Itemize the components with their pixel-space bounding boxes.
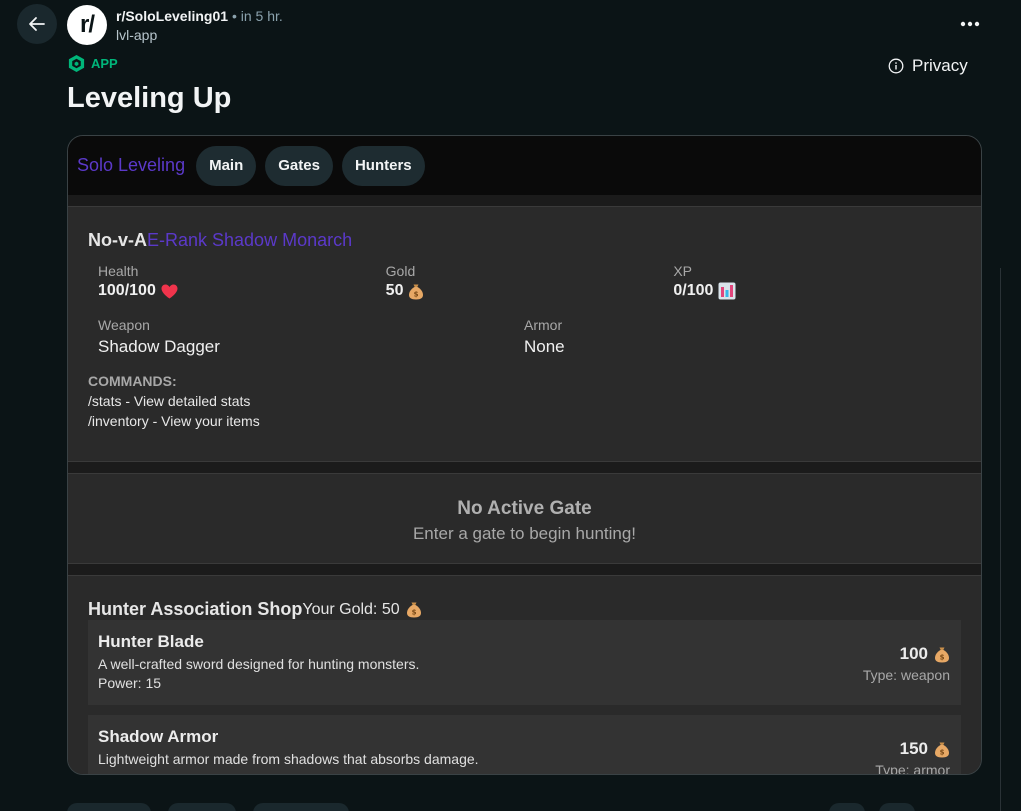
stat-value-row: 100/100: [98, 282, 386, 300]
more-options-button[interactable]: [950, 10, 990, 38]
section-gap: [68, 462, 981, 473]
item-price-block: 100 $ Type: weapon: [863, 644, 950, 683]
post-author[interactable]: lvl-app: [116, 26, 283, 44]
gate-title: No Active Gate: [457, 498, 592, 519]
gear-weapon: Weapon Shadow Dagger: [98, 317, 524, 357]
shop-gold-text: Your Gold: 50: [302, 600, 400, 618]
weapon-label: Weapon: [98, 317, 150, 333]
gear-row: Weapon Shadow Dagger Armor None: [88, 317, 961, 357]
share-pill[interactable]: [253, 803, 349, 811]
post-title: Leveling Up: [67, 82, 232, 114]
subreddit-avatar[interactable]: r/: [67, 5, 107, 45]
player-name: No-v-A: [88, 230, 147, 250]
moneybag-icon: $: [406, 602, 421, 618]
shop-panel: Hunter Association Shop Your Gold: 50 $ …: [68, 575, 981, 775]
moneybag-icon: $: [409, 284, 424, 299]
item-price-row: 100 $: [863, 644, 950, 664]
nav-main-button[interactable]: Main: [196, 145, 257, 186]
app-brand[interactable]: Solo Leveling: [77, 155, 185, 176]
item-name: Hunter Blade: [98, 632, 204, 651]
privacy-label: Privacy: [912, 56, 968, 75]
moneybag-icon: $: [935, 647, 949, 662]
subreddit-name[interactable]: r/SoloLeveling01: [116, 8, 228, 24]
armor-label: Armor: [524, 317, 563, 333]
profile-panel: No-v-AE-Rank Shadow Monarch Health 100/1…: [68, 206, 981, 462]
stat-xp: XP 0/100: [673, 263, 961, 300]
stat-value-row: 0/100: [673, 282, 961, 300]
gate-panel: No Active Gate Enter a gate to begin hun…: [68, 473, 981, 564]
nav-hunters-button[interactable]: Hunters: [341, 145, 425, 186]
save-pill[interactable]: [879, 803, 915, 811]
post-time: in 5 hr.: [240, 8, 283, 24]
post-actions-bar: [67, 803, 967, 811]
stat-label: Health: [98, 263, 139, 279]
stat-value: 0/100: [673, 282, 714, 299]
shop-item[interactable]: Hunter Blade A well-crafted sword design…: [88, 620, 961, 705]
stat-value: 100/100: [98, 282, 156, 299]
comments-pill[interactable]: [168, 803, 236, 811]
item-price: 150: [899, 739, 928, 758]
item-price: 100: [899, 644, 928, 663]
stat-value: 50: [385, 282, 404, 299]
svg-text:$: $: [414, 290, 419, 298]
item-type: Type: weapon: [862, 667, 950, 683]
back-button[interactable]: [17, 4, 57, 44]
armor-value: None: [524, 337, 565, 356]
gate-subtitle: Enter a gate to begin hunting!: [412, 524, 637, 543]
app-frame: Solo Leveling Main Gates Hunters No-v-AE…: [67, 135, 982, 775]
gear-armor: Armor None: [524, 317, 950, 357]
svg-text:$: $: [940, 653, 945, 661]
arrow-left-icon: [29, 17, 45, 31]
award-pill[interactable]: [829, 803, 865, 811]
profile-header: No-v-AE-Rank Shadow Monarch: [88, 230, 961, 251]
weapon-value: Shadow Dagger: [98, 337, 220, 356]
command-item: /inventory - View your items: [88, 413, 260, 429]
app-nav: Solo Leveling Main Gates Hunters: [68, 136, 981, 195]
shop-gold: Your Gold: 50 $: [302, 601, 421, 619]
stat-label: XP: [673, 263, 693, 279]
more-horizontal-icon: [960, 21, 980, 27]
app-badge: APP: [67, 54, 118, 73]
heart-icon: [161, 284, 178, 298]
section-gap: [68, 564, 981, 575]
post-meta: r/SoloLeveling01 • in 5 hr. lvl-app: [116, 6, 283, 44]
stat-label: Gold: [385, 263, 416, 279]
item-description: A well-crafted sword designed for huntin…: [98, 656, 420, 672]
item-power: Power: 15: [98, 675, 162, 691]
item-description: Lightweight armor made from shadows that…: [98, 751, 479, 767]
player-rank: E-Rank Shadow Monarch: [147, 230, 353, 250]
stat-value-row: 50 $: [386, 282, 674, 300]
svg-text:$: $: [411, 609, 416, 617]
upvote-pill[interactable]: [67, 803, 151, 811]
meta-separator: •: [231, 8, 237, 24]
shop-item[interactable]: Shadow Armor Lightweight armor made from…: [88, 715, 961, 775]
shop-header: Hunter Association Shop Your Gold: 50 $: [88, 599, 961, 620]
info-icon: [888, 58, 904, 74]
right-rail-divider: [1000, 268, 1001, 811]
item-type: Type: armor: [875, 762, 950, 775]
commands-title: COMMANDS:: [88, 373, 177, 389]
app-badge-label: APP: [91, 56, 118, 71]
commands-list: COMMANDS: /stats - View detailed stats /…: [88, 371, 961, 431]
stats-row: Health 100/100 Gold 50 $ XP 0/100: [88, 263, 961, 300]
item-price-row: 150 $: [875, 739, 950, 759]
moneybag-icon: $: [935, 742, 949, 757]
cube-icon: [68, 54, 85, 73]
privacy-link[interactable]: Privacy: [888, 56, 968, 76]
nav-gates-button[interactable]: Gates: [265, 145, 333, 186]
item-name: Shadow Armor: [98, 727, 219, 746]
item-price-block: 150 $ Type: armor: [875, 739, 950, 775]
stat-health: Health 100/100: [98, 263, 386, 300]
bar-chart-icon: [718, 282, 736, 300]
stat-gold: Gold 50 $: [386, 263, 674, 300]
section-gap: [68, 195, 981, 206]
svg-text:$: $: [940, 748, 945, 756]
shop-title: Hunter Association Shop: [88, 599, 303, 619]
command-item: /stats - View detailed stats: [88, 393, 251, 409]
